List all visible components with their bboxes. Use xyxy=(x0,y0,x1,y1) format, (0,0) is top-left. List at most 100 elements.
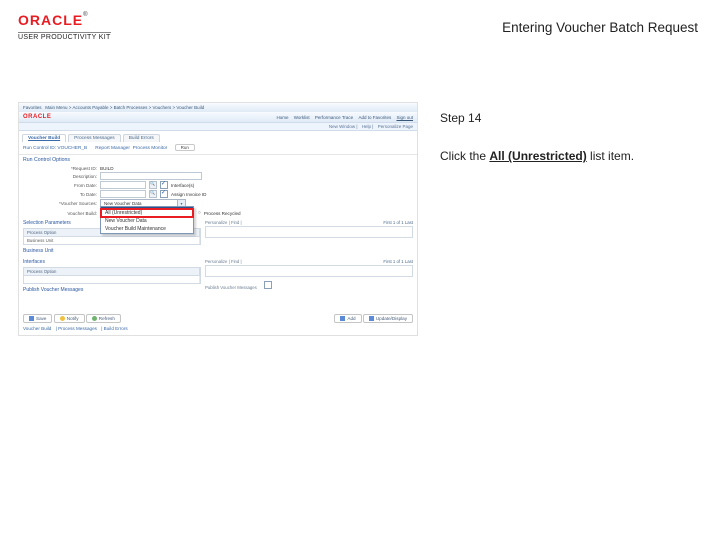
label-publish: Publish Voucher Messages xyxy=(205,285,257,290)
footer-link[interactable]: Voucher Build xyxy=(23,326,51,331)
nav-item[interactable]: Voucher Build xyxy=(176,105,204,110)
notify-icon xyxy=(60,316,65,321)
publish-row: Publish Voucher Messages xyxy=(205,281,413,290)
panel-publish-voucher-messages: Publish Voucher Messages xyxy=(23,287,201,293)
step-label: Step 14 xyxy=(440,108,700,128)
label-assign-invoice: Assign Invoice ID xyxy=(171,192,207,197)
run-control-value: VOUCHER_B xyxy=(57,146,87,151)
col-header: Process Option xyxy=(24,268,200,275)
tab-build-errors[interactable]: Build Errors xyxy=(123,134,160,142)
action-bar: Save Notify Refresh Add Update/Display xyxy=(19,312,417,325)
save-label: Save xyxy=(36,316,46,321)
save-icon xyxy=(29,316,34,321)
dropdown-option-vb-maintenance[interactable]: Voucher Build Maintenance xyxy=(101,225,193,233)
save-button[interactable]: Save xyxy=(23,314,52,323)
logo-brand: ORACLE xyxy=(18,12,83,28)
refresh-icon xyxy=(92,316,97,321)
tab-process-messages[interactable]: Process Messages xyxy=(68,134,121,142)
sub-link[interactable]: Personalize Page xyxy=(378,124,413,129)
table-toolbar: Personalize | Find | First 1 of 1 Last xyxy=(205,220,413,225)
input-description[interactable] xyxy=(100,172,202,180)
update-display-button[interactable]: Update/Display xyxy=(363,314,413,323)
label-to-date: To Date: xyxy=(35,192,97,197)
instruction-pre: Click the xyxy=(440,149,489,163)
nav-item[interactable]: Accounts Payable xyxy=(72,105,108,110)
checkbox-assign-invoice[interactable] xyxy=(160,190,168,198)
panel-interfaces: Interfaces xyxy=(23,259,201,265)
nav-item[interactable]: Favorites xyxy=(23,105,42,110)
section-run-control-options: Run Control Options xyxy=(19,155,417,165)
table-interfaces: Process Option xyxy=(23,267,201,284)
nav-item[interactable]: Batch Processes xyxy=(114,105,148,110)
label-interfaces: Interface(s) xyxy=(171,183,194,188)
notify-button[interactable]: Notify xyxy=(54,314,85,323)
tab-strip: Voucher Build Process Messages Build Err… xyxy=(19,131,417,142)
checkbox-interfaces[interactable] xyxy=(160,181,168,189)
update-icon xyxy=(369,316,374,321)
input-from-date[interactable] xyxy=(100,181,146,189)
run-control-label: Run Control ID: xyxy=(23,146,56,151)
label-description: Description: xyxy=(35,174,97,179)
footer-tab-links: Voucher Build | Process Messages | Build… xyxy=(19,325,417,335)
app-top-bar: Favorites Main Menu > Accounts Payable >… xyxy=(19,103,417,112)
instruction-post: list item. xyxy=(587,149,634,163)
nav-item[interactable]: Vouchers xyxy=(153,105,172,110)
top-link[interactable]: Performance Trace xyxy=(315,115,353,120)
run-control-row: Run Control ID: VOUCHER_B Report Manager… xyxy=(19,142,417,155)
label-from-date: From Date: xyxy=(35,183,97,188)
run-button[interactable]: Run xyxy=(175,144,195,151)
calendar-icon[interactable] xyxy=(149,181,157,189)
pager[interactable]: First 1 of 1 Last xyxy=(383,259,413,264)
footer-link[interactable]: Process Messages xyxy=(58,326,97,331)
instruction-panel: Step 14 Click the All (Unrestricted) lis… xyxy=(440,108,700,167)
checkbox-publish[interactable] xyxy=(264,281,272,289)
dropdown-option-all-unrestricted[interactable]: All (Unrestricted) xyxy=(101,209,193,217)
logo-upk: USER PRODUCTIVITY KIT xyxy=(18,32,111,41)
instruction-text: Click the All (Unrestricted) list item. xyxy=(440,146,700,166)
input-to-date[interactable] xyxy=(100,190,146,198)
footer-link[interactable]: Build Errors xyxy=(104,326,128,331)
dropdown-option-new-voucher-data[interactable]: New Voucher Data xyxy=(101,217,193,225)
pager[interactable]: First 1 of 1 Last xyxy=(383,220,413,225)
sub-link[interactable]: New Window xyxy=(329,124,355,129)
form-area: *Request ID: BUILD Description: From Dat… xyxy=(19,166,417,220)
label-process-recycled: Process Recycled xyxy=(204,211,241,216)
calendar-icon[interactable] xyxy=(149,190,157,198)
dropdown-list: All (Unrestricted) New Voucher Data Vouc… xyxy=(100,206,194,234)
dropdown-voucher-sources[interactable]: New Voucher Data ▾ All (Unrestricted) Ne… xyxy=(100,199,186,208)
value-request-id: BUILD xyxy=(100,166,114,171)
app-logo: ORACLE xyxy=(23,114,51,120)
oracle-upk-logo: ORACLE® USER PRODUCTIVITY KIT xyxy=(18,12,111,41)
label-request-id: *Request ID: xyxy=(35,166,97,171)
add-label: Add xyxy=(347,316,355,321)
toolbar-links[interactable]: Personalize | Find | xyxy=(205,259,242,264)
panel-business-unit: Business Unit xyxy=(23,248,201,254)
sub-link-bar: New Window | Help | Personalize Page xyxy=(19,122,417,131)
toolbar-links[interactable]: Personalize | Find | xyxy=(205,220,242,225)
top-link[interactable]: Home xyxy=(276,115,288,120)
refresh-button[interactable]: Refresh xyxy=(86,314,121,323)
tab-voucher-build[interactable]: Voucher Build xyxy=(22,134,66,142)
sub-link[interactable]: Help xyxy=(362,124,371,129)
app-screenshot: Favorites Main Menu > Accounts Payable >… xyxy=(18,102,418,336)
logo-tm: ® xyxy=(83,12,87,18)
update-label: Update/Display xyxy=(376,316,407,321)
link-report-manager[interactable]: Report Manager xyxy=(95,146,130,151)
top-link[interactable]: Worklist xyxy=(294,115,310,120)
add-button[interactable]: Add xyxy=(334,314,361,323)
refresh-label: Refresh xyxy=(99,316,115,321)
app-top-links: Home Worklist Performance Trace Add to F… xyxy=(272,115,413,120)
table-cell[interactable]: Business Unit xyxy=(24,237,200,244)
table-cell[interactable] xyxy=(24,276,200,283)
top-link[interactable]: Add to Favorites xyxy=(358,115,391,120)
table-right xyxy=(205,226,413,238)
nav-item[interactable]: Main Menu xyxy=(45,105,67,110)
notify-label: Notify xyxy=(67,316,79,321)
label-voucher-sources: *Voucher Sources: xyxy=(35,201,97,206)
link-process-monitor[interactable]: Process Monitor xyxy=(133,146,168,151)
top-link-signout[interactable]: Sign out xyxy=(396,115,413,120)
table-toolbar: Personalize | Find | First 1 of 1 Last xyxy=(205,259,413,264)
table-right xyxy=(205,265,413,277)
page-title: Entering Voucher Batch Request xyxy=(502,20,698,35)
add-icon xyxy=(340,316,345,321)
